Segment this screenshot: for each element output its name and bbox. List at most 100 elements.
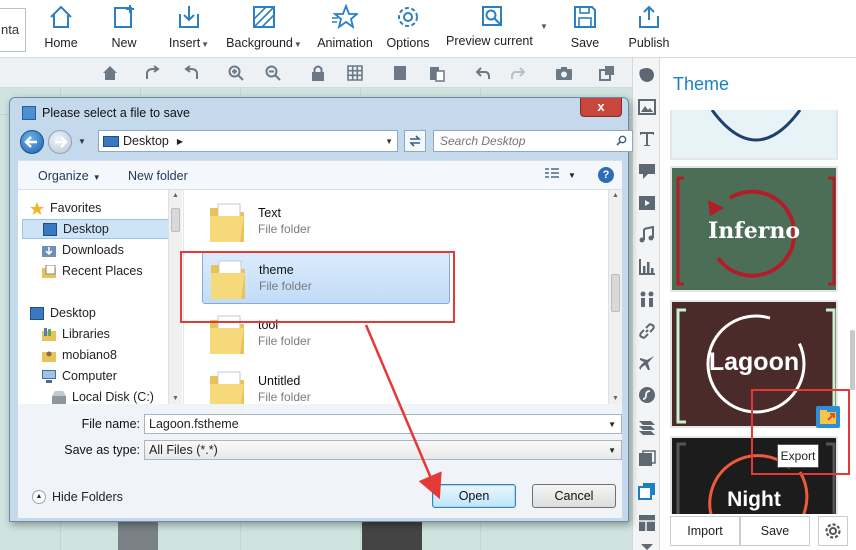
shape-icon[interactable] bbox=[638, 66, 656, 84]
canvas-object[interactable] bbox=[362, 520, 422, 550]
home-icon[interactable] bbox=[101, 64, 119, 82]
home-button[interactable]: Home bbox=[40, 4, 82, 56]
redo-icon[interactable] bbox=[144, 64, 162, 82]
breadcrumb-arrow-icon[interactable]: ▶ bbox=[177, 137, 183, 146]
insert-dropdown-icon[interactable]: ▼ bbox=[201, 40, 209, 49]
scroll-down-icon[interactable]: ▼ bbox=[172, 395, 179, 402]
publish-button[interactable]: Publish bbox=[626, 4, 672, 56]
animation-button[interactable]: Animation bbox=[314, 4, 376, 56]
new-button[interactable]: New bbox=[106, 4, 142, 56]
video-icon[interactable] bbox=[638, 194, 656, 212]
refresh-icon bbox=[409, 135, 421, 147]
organize-menu[interactable]: Organize ▼ bbox=[38, 169, 101, 183]
scroll-up-icon[interactable]: ▲ bbox=[612, 192, 619, 199]
import-button[interactable]: Import bbox=[670, 516, 740, 546]
help-icon[interactable]: ? bbox=[598, 167, 614, 183]
redo-arrow-icon[interactable] bbox=[510, 64, 528, 82]
window-icon[interactable] bbox=[598, 64, 616, 82]
hide-folders-toggle[interactable]: ▲ Hide Folders bbox=[32, 490, 123, 504]
search-icon[interactable] bbox=[616, 135, 627, 146]
file-list-scrollbar[interactable]: ▲ ▼ bbox=[608, 190, 622, 404]
view-dropdown-icon[interactable]: ▼ bbox=[568, 171, 576, 180]
scrollbar-thumb[interactable] bbox=[611, 274, 620, 312]
nav-item-downloads[interactable]: Downloads bbox=[42, 240, 183, 260]
file-name-field[interactable]: Lagoon.fstheme ▼ bbox=[144, 414, 622, 434]
chart-icon[interactable] bbox=[638, 258, 656, 276]
open-button[interactable]: Open bbox=[432, 484, 516, 508]
scroll-down-icon[interactable] bbox=[638, 538, 656, 550]
link-icon[interactable] bbox=[638, 322, 656, 340]
options-button[interactable]: Options bbox=[384, 4, 432, 56]
undo-arrow-icon[interactable] bbox=[473, 64, 491, 82]
save-type-dropdown-icon[interactable]: ▼ bbox=[608, 446, 616, 455]
callout-icon[interactable] bbox=[638, 162, 656, 180]
background-dropdown-icon[interactable]: ▼ bbox=[294, 40, 302, 49]
back-button[interactable] bbox=[20, 130, 44, 154]
nav-item-desktop-root[interactable]: Desktop bbox=[30, 303, 180, 323]
undo-icon[interactable] bbox=[182, 64, 200, 82]
photo-icon[interactable] bbox=[638, 450, 656, 468]
zoom-out-icon[interactable] bbox=[264, 64, 282, 82]
camera-icon[interactable] bbox=[555, 64, 573, 82]
navigation-pane-scrollbar[interactable]: ▲ ▼ bbox=[168, 190, 182, 404]
save-button[interactable]: Save bbox=[566, 4, 604, 56]
file-item-text[interactable]: Text File folder bbox=[202, 196, 450, 248]
file-item-untitled[interactable]: Untitled File folder bbox=[202, 364, 450, 404]
grid-icon[interactable] bbox=[346, 64, 364, 82]
nav-item-computer[interactable]: Computer bbox=[42, 366, 183, 386]
save-type-select[interactable]: All Files (*.*) ▼ bbox=[144, 440, 622, 460]
new-folder-button[interactable]: New folder bbox=[128, 169, 188, 183]
paste-icon[interactable] bbox=[428, 64, 446, 82]
swf-icon[interactable] bbox=[638, 386, 656, 404]
nav-item-local-disk[interactable]: Local Disk (C:) bbox=[52, 387, 183, 404]
people-icon[interactable] bbox=[638, 290, 656, 308]
music-icon[interactable] bbox=[638, 225, 656, 244]
view-options-button[interactable] bbox=[544, 167, 560, 184]
recent-pages-dropdown-icon[interactable]: ▼ bbox=[78, 137, 86, 146]
ribbon-left-input[interactable]: nta bbox=[0, 8, 26, 52]
theme-card-lagoon[interactable]: Lagoon bbox=[670, 300, 838, 428]
image-icon[interactable] bbox=[638, 98, 656, 116]
zoom-in-icon[interactable] bbox=[227, 64, 245, 82]
theme-save-button[interactable]: Save bbox=[740, 516, 810, 546]
canvas-object[interactable] bbox=[118, 520, 158, 550]
scroll-down-icon[interactable]: ▼ bbox=[612, 395, 619, 402]
layout-icon[interactable] bbox=[638, 514, 656, 532]
theme-card-inferno[interactable]: Inferno bbox=[670, 166, 838, 292]
dialog-close-button[interactable]: x bbox=[580, 98, 622, 117]
nav-item-desktop[interactable]: Desktop bbox=[22, 219, 174, 239]
layers-icon[interactable] bbox=[638, 418, 656, 436]
file-item-theme[interactable]: theme File folder bbox=[202, 252, 450, 304]
nav-item-favorites[interactable]: Favorites bbox=[30, 198, 180, 218]
theme-icon[interactable] bbox=[638, 482, 656, 500]
file-item-tool[interactable]: tool File folder bbox=[202, 308, 450, 360]
theme-list-scrollbar[interactable] bbox=[850, 330, 855, 390]
export-icon[interactable] bbox=[816, 406, 840, 428]
lock-icon[interactable] bbox=[309, 64, 327, 82]
insert-button[interactable]: Insert▼ bbox=[166, 4, 212, 56]
forward-button[interactable] bbox=[48, 130, 72, 154]
preview-dropdown-icon[interactable]: ▼ bbox=[540, 22, 548, 31]
page-icon[interactable] bbox=[391, 64, 409, 82]
file-name-dropdown-icon[interactable]: ▼ bbox=[608, 420, 616, 429]
search-input[interactable] bbox=[434, 131, 604, 151]
file-name: Untitled bbox=[258, 374, 301, 388]
plane-icon[interactable] bbox=[638, 354, 656, 372]
cancel-button[interactable]: Cancel bbox=[532, 484, 616, 508]
address-bar[interactable]: Desktop ▶ ▼ bbox=[98, 130, 398, 152]
file-name-value: Lagoon.fstheme bbox=[149, 417, 239, 431]
scroll-up-icon[interactable]: ▲ bbox=[172, 192, 179, 199]
theme-settings-button[interactable] bbox=[818, 516, 848, 546]
address-dropdown-icon[interactable]: ▼ bbox=[385, 137, 393, 146]
text-icon[interactable] bbox=[638, 130, 656, 148]
scrollbar-thumb[interactable] bbox=[171, 208, 180, 232]
theme-card[interactable] bbox=[670, 110, 838, 160]
preview-current-button[interactable]: Preview current bbox=[446, 4, 550, 56]
options-label: Options bbox=[386, 36, 430, 50]
background-button[interactable]: Background▼ bbox=[226, 4, 302, 56]
nav-item-user-folder[interactable]: mobiano8 bbox=[42, 345, 183, 365]
nav-item-recent-places[interactable]: Recent Places bbox=[42, 261, 183, 281]
save-type-value: All Files (*.*) bbox=[149, 443, 218, 457]
nav-item-libraries[interactable]: Libraries bbox=[42, 324, 183, 344]
refresh-button[interactable] bbox=[404, 130, 426, 152]
